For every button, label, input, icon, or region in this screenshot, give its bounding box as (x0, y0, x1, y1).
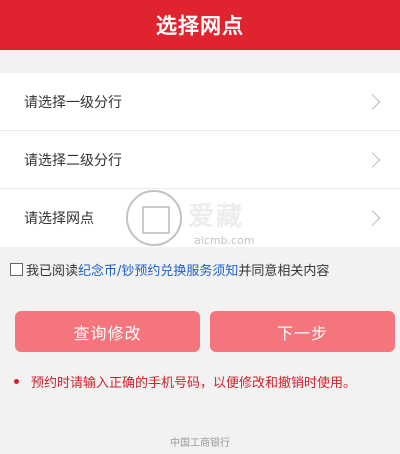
query-modify-button[interactable]: 查询修改 (15, 311, 200, 352)
agreement-prefix: 我已阅读 (26, 263, 79, 279)
select-primary-branch[interactable]: 请选择一级分行 (0, 73, 400, 131)
select-secondary-branch-label: 请选择二级分行 (24, 152, 122, 169)
branch-select-list: 请选择一级分行 请选择二级分行 请选择网点 (0, 73, 400, 247)
chevron-right-icon (364, 210, 381, 226)
select-secondary-branch[interactable]: 请选择二级分行 (0, 131, 400, 189)
footer-bank-name: 中国工商银行 (170, 438, 230, 449)
agreement-link[interactable]: 纪念币/钞预约兑换服务须知 (78, 260, 238, 279)
bullet-icon (14, 379, 19, 384)
chevron-right-icon (364, 151, 381, 168)
page-title: 选择网点 (156, 14, 244, 38)
select-outlet-label: 请选择网点 (24, 211, 94, 227)
next-step-button[interactable]: 下一步 (210, 311, 395, 352)
select-outlet[interactable]: 请选择网点 (0, 189, 400, 247)
app-header: 选择网点 (0, 0, 400, 50)
agreement-suffix: 并同意相关内容 (238, 263, 330, 279)
agreement-row: 我已阅读 纪念币/钞预约兑换服务须知 并同意相关内容 (10, 259, 395, 279)
agreement-checkbox[interactable] (10, 262, 23, 276)
select-primary-branch-label: 请选择一级分行 (24, 94, 122, 111)
notice: 预约时请输入正确的手机号码，以便修改和撤销时使用。 (8, 372, 398, 391)
notice-text: 预约时请输入正确的手机号码，以便修改和撤销时使用。 (31, 376, 357, 391)
chevron-right-icon (364, 93, 381, 110)
